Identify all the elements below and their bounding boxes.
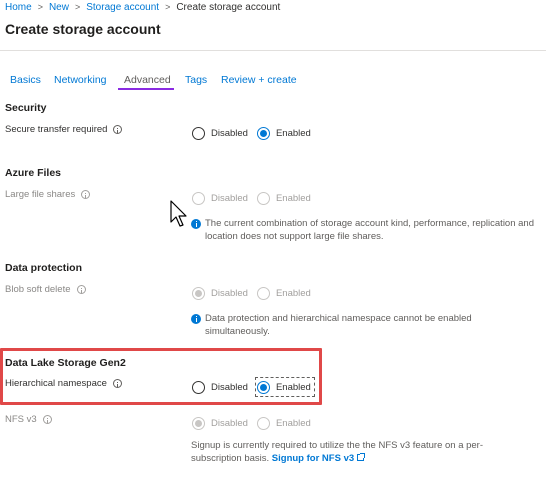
chevron-right-icon: > — [37, 2, 43, 12]
blob-soft-delete-radio-group: Disabled Enabled — [192, 285, 320, 301]
secure-transfer-label: Secure transfer required — [5, 124, 123, 135]
info-filled-icon — [191, 218, 201, 229]
header-divider — [0, 50, 546, 51]
external-link-icon — [357, 453, 366, 461]
radio-circle-checked — [192, 286, 205, 300]
chevron-right-icon: > — [74, 2, 81, 12]
blob-soft-delete-enabled-radio: Enabled — [256, 285, 311, 301]
info-icon[interactable] — [76, 285, 86, 294]
radio-circle — [256, 416, 270, 430]
breadcrumb: Home > New > Storage account > Create st… — [5, 0, 280, 14]
large-file-shares-label: Large file shares — [5, 189, 91, 200]
nfs-v3-note: Signup is currently required to utilize … — [191, 440, 484, 464]
breadcrumb-home[interactable]: Home — [5, 2, 32, 13]
page-title: Create storage account — [5, 21, 161, 37]
radio-circle — [256, 286, 270, 300]
blob-soft-delete-note: Data protection and hierarchical namespa… — [191, 312, 521, 338]
breadcrumb-storage-account[interactable]: Storage account — [86, 2, 159, 13]
secure-transfer-disabled-radio[interactable]: Disabled — [192, 125, 248, 141]
large-file-shares-note: The current combination of storage accou… — [191, 217, 536, 243]
highlight-box — [0, 348, 322, 405]
tab-advanced[interactable]: Advanced — [118, 70, 174, 90]
info-filled-icon — [191, 313, 201, 324]
chevron-right-icon: > — [165, 2, 171, 12]
section-security-title: Security — [5, 102, 47, 114]
radio-circle — [192, 191, 205, 205]
signup-nfs-v3-link[interactable]: Signup for NFS v3 — [272, 453, 366, 464]
nfs-v3-disabled-radio: Disabled — [192, 415, 248, 431]
mouse-cursor-icon — [170, 200, 187, 227]
info-icon[interactable] — [81, 190, 91, 199]
nfs-v3-label: NFS v3 — [5, 414, 52, 425]
secure-transfer-radio-group: Disabled Enabled — [192, 125, 320, 141]
radio-circle-checked — [192, 416, 205, 430]
info-icon[interactable] — [113, 125, 123, 134]
radio-circle — [256, 191, 270, 205]
section-data-protection-title: Data protection — [5, 262, 83, 274]
tab-review-create[interactable]: Review + create — [221, 70, 297, 90]
blob-soft-delete-disabled-radio: Disabled — [192, 285, 248, 301]
secure-transfer-enabled-radio[interactable]: Enabled — [256, 125, 311, 141]
nfs-v3-enabled-radio: Enabled — [256, 415, 311, 431]
section-azure-files-title: Azure Files — [5, 167, 62, 179]
tab-networking[interactable]: Networking — [54, 70, 107, 90]
large-file-shares-disabled-radio: Disabled — [192, 190, 248, 206]
tab-tags[interactable]: Tags — [185, 70, 207, 90]
info-icon[interactable] — [42, 415, 52, 424]
large-file-shares-radio-group: Disabled Enabled — [192, 190, 320, 206]
tab-basics[interactable]: Basics — [10, 70, 41, 90]
breadcrumb-current: Create storage account — [176, 1, 281, 13]
blob-soft-delete-label: Blob soft delete — [5, 284, 86, 295]
large-file-shares-enabled-radio: Enabled — [256, 190, 311, 206]
breadcrumb-new[interactable]: New — [49, 2, 69, 13]
radio-circle-checked — [256, 126, 270, 140]
nfs-v3-radio-group: Disabled Enabled — [192, 415, 320, 431]
radio-circle — [192, 126, 205, 140]
